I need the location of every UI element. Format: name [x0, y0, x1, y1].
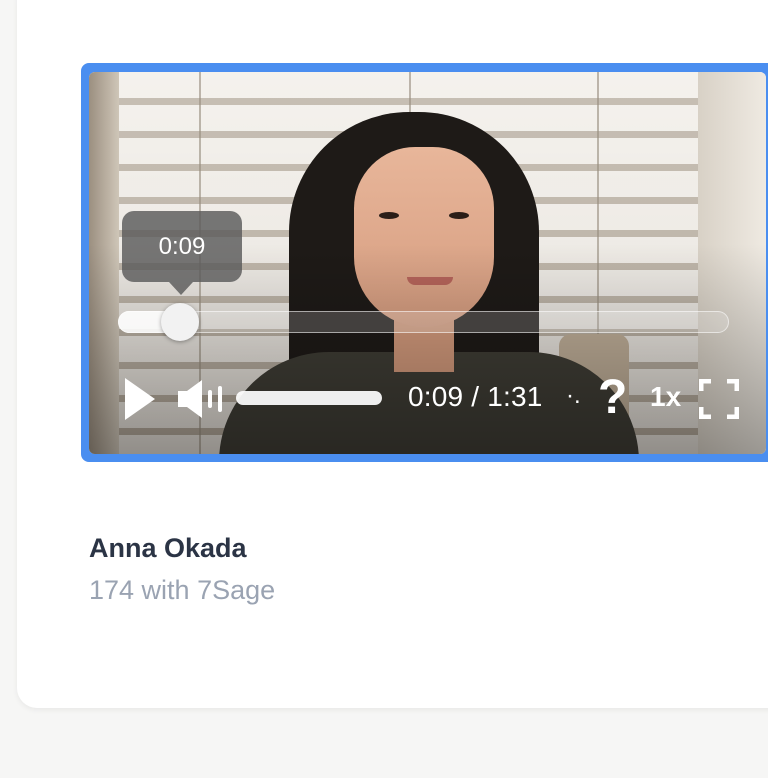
loading-dots-icon: ·. [566, 382, 581, 409]
progress-handle[interactable] [161, 303, 199, 341]
duration: 1:31 [487, 381, 543, 412]
fullscreen-icon[interactable] [698, 378, 740, 420]
time-separator: / [471, 381, 480, 412]
time-tooltip-arrow [169, 282, 193, 295]
time-tooltip: 0:09 [122, 211, 242, 282]
help-icon[interactable]: ? [598, 370, 627, 425]
person-score: 174 with 7Sage [89, 575, 276, 605]
person-name: Anna Okada [89, 533, 247, 563]
progress-bar[interactable] [118, 311, 729, 333]
play-icon[interactable] [125, 378, 155, 420]
time-display: 0:09 / 1:31 [408, 381, 543, 413]
volume-slider[interactable] [236, 391, 382, 405]
volume-icon[interactable] [176, 378, 228, 420]
playback-speed-button[interactable]: 1x [650, 381, 681, 413]
current-time: 0:09 [408, 381, 464, 412]
